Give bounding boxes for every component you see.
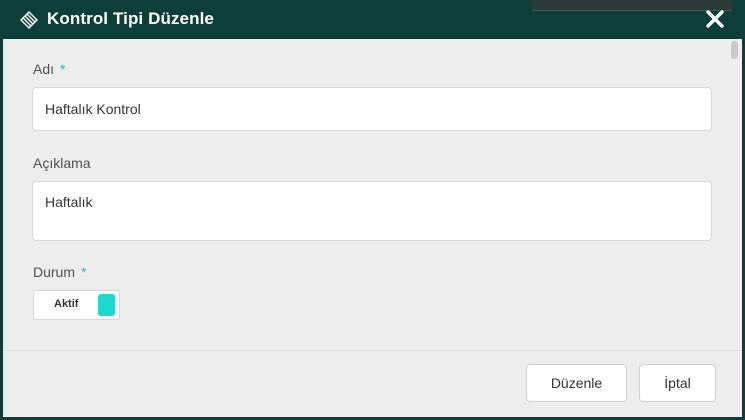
dialog-header: Kontrol Tipi Düzenle (0, 0, 745, 40)
status-required-mark: * (81, 264, 87, 280)
description-label: Açıklama (33, 155, 91, 171)
name-input[interactable] (32, 87, 712, 131)
edit-dialog: Kontrol Tipi Düzenle Adı* Açıklama Hafta… (0, 0, 745, 420)
scrollbar-thumb[interactable] (731, 41, 738, 59)
status-toggle[interactable]: Aktif (33, 290, 120, 320)
description-textarea[interactable]: Haftalık (32, 181, 712, 241)
dialog-title: Kontrol Tipi Düzenle (47, 9, 214, 28)
status-toggle-label: Aktif (54, 298, 79, 310)
toggle-knob (98, 294, 115, 316)
close-icon[interactable] (705, 9, 725, 29)
dialog-footer (3, 350, 742, 417)
edit-button[interactable]: Düzenle (526, 364, 627, 402)
name-label: Adı * (33, 61, 66, 77)
cancel-button[interactable]: İptal (639, 364, 716, 402)
status-label: Durum * (33, 264, 87, 280)
diamond-logo-icon (20, 11, 38, 29)
name-required-mark: * (60, 61, 66, 77)
